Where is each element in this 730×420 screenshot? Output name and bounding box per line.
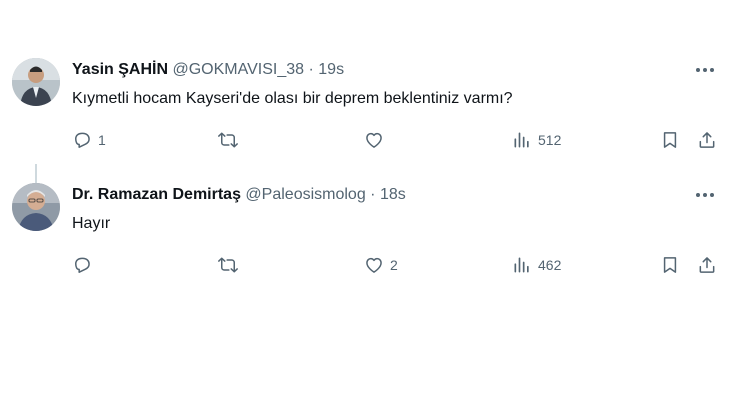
avatar[interactable] xyxy=(12,183,60,231)
user-handle[interactable]: @Paleosismolog xyxy=(245,186,365,203)
heart-icon xyxy=(366,132,382,148)
avatar-photo xyxy=(12,58,60,106)
tweet-header: Dr. Ramazan Demirtaş @Paleosismolog · 18… xyxy=(72,185,406,205)
tweet-actions: 2 462 xyxy=(0,250,730,280)
tweet-header: Yasin ŞAHİN @GOKMAVISI_38 · 19s xyxy=(72,60,344,80)
avatar[interactable] xyxy=(12,58,60,106)
separator-dot: · xyxy=(370,186,376,203)
retweet-button[interactable] xyxy=(218,125,244,155)
reply-icon xyxy=(75,257,90,273)
bookmark-button[interactable] xyxy=(660,250,680,280)
display-name[interactable]: Dr. Ramazan Demirtaş xyxy=(72,186,241,203)
reply-button[interactable]: 1 xyxy=(72,125,106,155)
reply-icon xyxy=(75,132,90,148)
more-dots-icon[interactable] xyxy=(690,60,720,80)
views-chart-icon xyxy=(514,257,529,273)
bookmark-icon xyxy=(663,132,677,148)
views-button[interactable]: 512 xyxy=(512,125,561,155)
timestamp[interactable]: 18s xyxy=(380,186,406,203)
more-dots-icon[interactable] xyxy=(690,185,720,205)
heart-icon xyxy=(366,257,382,273)
display-name[interactable]: Yasin ŞAHİN xyxy=(72,61,168,78)
tweet-actions: 1 512 xyxy=(0,125,730,155)
reply-button[interactable] xyxy=(72,250,98,280)
avatar-photo xyxy=(12,183,60,231)
like-button[interactable]: 2 xyxy=(364,250,398,280)
bookmark-button[interactable] xyxy=(660,125,680,155)
share-icon xyxy=(699,257,715,273)
view-count: 512 xyxy=(538,132,562,148)
tweet[interactable]: Yasin ŞAHİN @GOKMAVISI_38 · 19s Kıymetli… xyxy=(0,50,730,224)
share-icon xyxy=(699,132,715,148)
tweet[interactable]: Dr. Ramazan Demirtaş @Paleosismolog · 18… xyxy=(0,175,730,295)
user-handle[interactable]: @GOKMAVISI_38 xyxy=(172,61,304,78)
views-button[interactable]: 462 xyxy=(512,250,561,280)
separator-dot: · xyxy=(308,61,314,78)
timestamp[interactable]: 19s xyxy=(318,61,344,78)
share-button[interactable] xyxy=(697,250,717,280)
reply-count: 1 xyxy=(98,132,106,148)
like-button[interactable] xyxy=(364,125,390,155)
tweet-text: Hayır xyxy=(72,215,111,232)
like-count: 2 xyxy=(390,257,398,273)
tweet-text: Kıymetli hocam Kayseri'de olası bir depr… xyxy=(72,90,513,107)
view-count: 462 xyxy=(538,257,562,273)
share-button[interactable] xyxy=(697,125,717,155)
bookmark-icon xyxy=(663,257,677,273)
retweet-icon xyxy=(218,132,238,148)
retweet-button[interactable] xyxy=(218,250,244,280)
retweet-icon xyxy=(218,257,238,273)
views-chart-icon xyxy=(514,132,529,148)
